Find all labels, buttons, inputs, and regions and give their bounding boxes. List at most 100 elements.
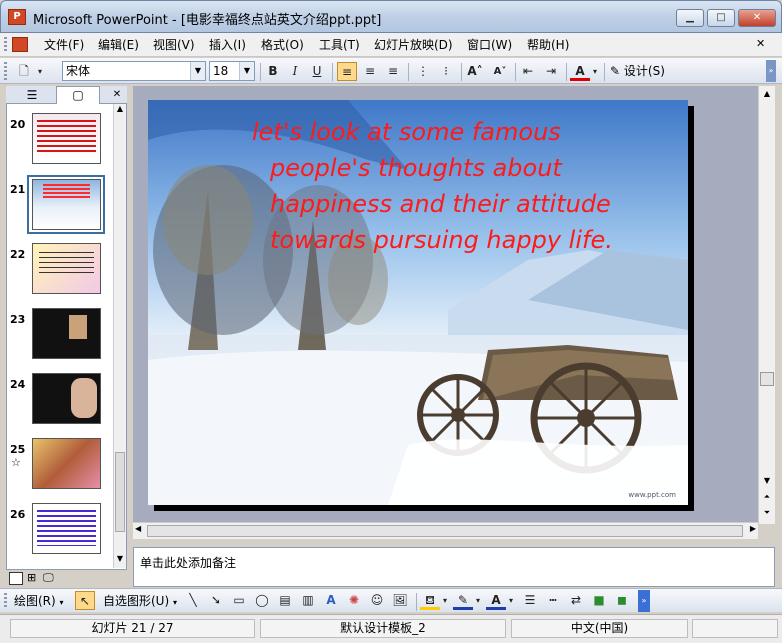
- chevron-down-icon[interactable]: ▾: [590, 62, 600, 81]
- line-color-icon[interactable]: ✎: [453, 591, 473, 610]
- tab-slides[interactable]: ▢: [56, 86, 100, 104]
- slide-thumbnail-23[interactable]: [32, 308, 101, 359]
- new-document-icon[interactable]: 🗋: [14, 62, 34, 81]
- menu-format[interactable]: 格式(O): [257, 36, 308, 54]
- numbered-list-icon[interactable]: ⋮: [413, 62, 433, 81]
- chevron-down-icon[interactable]: ▾: [440, 591, 450, 610]
- notes-placeholder[interactable]: 单击此处添加备注: [140, 554, 236, 571]
- font-name-select[interactable]: 宋体 ▼: [62, 61, 206, 81]
- align-right-icon[interactable]: ≡: [383, 62, 403, 81]
- vertical-textbox-icon[interactable]: ▥: [298, 591, 318, 610]
- slide-sorter-icon[interactable]: ⊞: [27, 571, 36, 584]
- current-slide[interactable]: let's look at some famous people's thoug…: [148, 100, 688, 505]
- toolbar-grip[interactable]: [4, 62, 7, 80]
- increase-font-icon[interactable]: A˄: [465, 62, 485, 81]
- scroll-thumb[interactable]: [760, 372, 774, 386]
- notes-pane[interactable]: 单击此处添加备注: [133, 547, 775, 587]
- fill-color-icon[interactable]: ⛾: [420, 591, 440, 610]
- close-document-icon[interactable]: ✕: [756, 37, 765, 50]
- bullet-list-icon[interactable]: ⁝: [436, 62, 456, 81]
- scroll-thumb[interactable]: [147, 525, 743, 537]
- slideshow-icon[interactable]: 🖵: [43, 571, 54, 585]
- slide-text-box[interactable]: let's look at some famous people's thoug…: [252, 114, 688, 258]
- menu-insert[interactable]: 插入(I): [205, 36, 250, 54]
- chevron-down-icon[interactable]: ▼: [190, 62, 205, 80]
- powerpoint-app-icon[interactable]: P: [8, 9, 26, 25]
- menu-window[interactable]: 窗口(W): [463, 36, 516, 54]
- chevron-down-icon[interactable]: ▼: [239, 62, 254, 80]
- thumbnails-scrollbar[interactable]: ▲ ▼: [113, 104, 126, 568]
- font-size-select[interactable]: 18 ▼: [209, 61, 255, 81]
- 3d-style-icon[interactable]: ◼: [612, 591, 632, 610]
- arrow-icon[interactable]: ➘: [206, 591, 226, 610]
- align-center-icon[interactable]: ≡: [360, 62, 380, 81]
- previous-slide-icon[interactable]: ⏶: [759, 492, 775, 506]
- design-template-name[interactable]: 默认设计模板_2: [260, 619, 506, 638]
- rectangle-icon[interactable]: ▭: [229, 591, 249, 610]
- slide-thumbnail-20[interactable]: [32, 113, 101, 164]
- dash-style-icon[interactable]: ┅: [543, 591, 563, 610]
- increase-indent-icon[interactable]: ⇥: [541, 62, 561, 81]
- pane-tabs: ☰ ▢ ✕: [6, 86, 127, 104]
- scroll-left-icon[interactable]: ◀: [135, 524, 141, 533]
- slide-thumbnail-24[interactable]: [32, 373, 101, 424]
- chevron-down-icon[interactable]: ▾: [506, 591, 516, 610]
- autoshapes-button[interactable]: 自选图形(U) ▾: [103, 592, 177, 610]
- close-icon[interactable]: ✕: [738, 9, 776, 27]
- line-icon[interactable]: ╲: [183, 591, 203, 610]
- menu-slideshow[interactable]: 幻灯片放映(D): [370, 36, 457, 54]
- menu-view[interactable]: 视图(V): [149, 36, 199, 54]
- slide-thumbnail-22[interactable]: [32, 243, 101, 294]
- next-slide-icon[interactable]: ⏷: [759, 508, 775, 522]
- align-left-icon[interactable]: ≡: [337, 62, 357, 81]
- arrow-style-icon[interactable]: ⇄: [566, 591, 586, 610]
- line-style-icon[interactable]: ☰: [520, 591, 540, 610]
- italic-icon[interactable]: I: [285, 62, 305, 81]
- slide-thumbnail-21[interactable]: [32, 179, 101, 230]
- wordart-icon[interactable]: A: [321, 591, 341, 610]
- slide-vertical-scrollbar[interactable]: ▲ ▼ ⏶ ⏷: [758, 86, 775, 524]
- slide-thumbnail-26[interactable]: [32, 503, 101, 554]
- scroll-down-icon[interactable]: ▼: [759, 476, 775, 490]
- scroll-right-icon[interactable]: ▶: [750, 524, 756, 533]
- font-color-icon[interactable]: A: [486, 591, 506, 610]
- minimize-icon[interactable]: ▁: [676, 9, 704, 27]
- scroll-up-icon[interactable]: ▲: [759, 86, 775, 102]
- shadow-icon[interactable]: ■: [589, 591, 609, 610]
- maximize-icon[interactable]: □: [707, 9, 735, 27]
- tab-outline[interactable]: ☰: [12, 87, 52, 103]
- scroll-down-icon[interactable]: ▼: [114, 554, 126, 568]
- underline-icon[interactable]: U: [307, 62, 327, 81]
- title-bar[interactable]: P Microsoft PowerPoint - [电影幸福终点站英文介绍ppt…: [0, 0, 782, 33]
- document-icon[interactable]: [12, 37, 28, 52]
- toolbar-options-icon[interactable]: ▾: [34, 62, 46, 81]
- menu-edit[interactable]: 编辑(E): [94, 36, 143, 54]
- decrease-indent-icon[interactable]: ⇤: [518, 62, 538, 81]
- textbox-icon[interactable]: ▤: [275, 591, 295, 610]
- menu-help[interactable]: 帮助(H): [523, 36, 573, 54]
- clipart-icon[interactable]: ☺: [367, 591, 387, 610]
- slide-horizontal-scrollbar[interactable]: ◀ ▶: [133, 522, 758, 539]
- decrease-font-icon[interactable]: A˅: [490, 62, 510, 81]
- scroll-thumb[interactable]: [115, 452, 125, 532]
- normal-view-icon[interactable]: [9, 572, 23, 585]
- menu-tools[interactable]: 工具(T): [315, 36, 364, 54]
- menu-file[interactable]: 文件(F): [40, 36, 88, 54]
- toolbar-overflow-icon[interactable]: »: [638, 590, 650, 612]
- scroll-up-icon[interactable]: ▲: [114, 104, 126, 118]
- draw-menu-button[interactable]: 绘图(R) ▾: [14, 592, 64, 610]
- menu-grip[interactable]: [4, 37, 7, 53]
- toolbar-grip[interactable]: [4, 593, 7, 609]
- font-color-icon[interactable]: A: [570, 62, 590, 81]
- oval-icon[interactable]: ◯: [252, 591, 272, 610]
- design-button[interactable]: ✎ 设计(S): [610, 62, 665, 81]
- separator: [461, 63, 462, 81]
- select-pointer-icon[interactable]: ↖: [75, 591, 95, 610]
- toolbar-overflow-icon[interactable]: »: [766, 60, 776, 82]
- bold-icon[interactable]: B: [263, 62, 283, 81]
- diagram-icon[interactable]: ✺: [344, 591, 364, 610]
- chevron-down-icon[interactable]: ▾: [473, 591, 483, 610]
- insert-picture-icon[interactable]: 🖼: [390, 591, 410, 610]
- close-pane-icon[interactable]: ✕: [110, 87, 124, 103]
- slide-thumbnail-25[interactable]: [32, 438, 101, 489]
